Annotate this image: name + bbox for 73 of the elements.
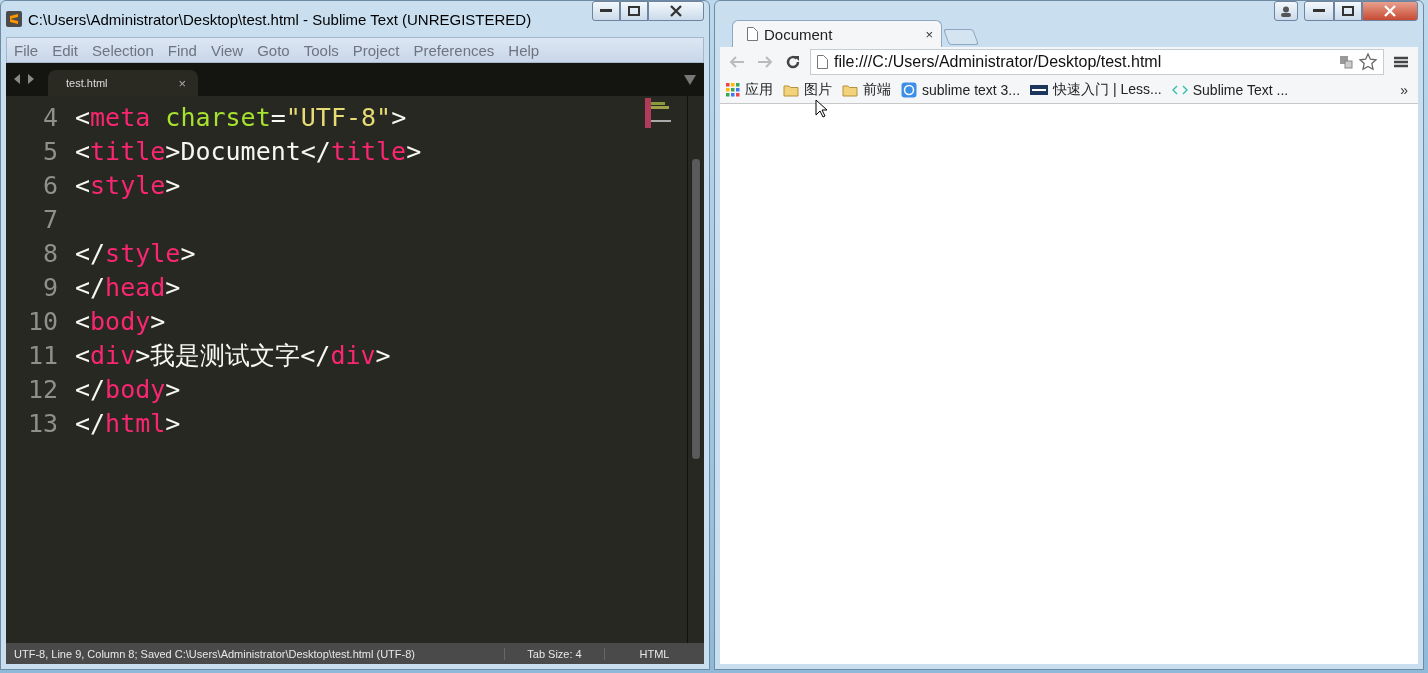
- line-number: 8: [41, 238, 59, 268]
- menu-item[interactable]: Selection: [85, 41, 161, 59]
- bookmark[interactable]: 图片: [783, 81, 832, 99]
- menu-icon: [1394, 56, 1408, 68]
- less-logo-icon: [1030, 85, 1049, 95]
- line-number: 7: [41, 204, 59, 234]
- bookmark[interactable]: 应用: [726, 81, 773, 99]
- translate-icon[interactable]: [1339, 55, 1353, 69]
- bookmark[interactable]: 前端: [842, 81, 891, 99]
- code-line: <meta charset="UTF-8">: [75, 102, 407, 132]
- line-number: 10: [26, 306, 59, 336]
- minimize-icon: [600, 9, 612, 13]
- line-number: 4: [41, 102, 59, 132]
- profile-button[interactable]: [1274, 1, 1298, 21]
- more-bookmarks-button[interactable]: »: [1396, 82, 1412, 98]
- scrollbar-thumb[interactable]: [691, 158, 701, 460]
- folder-icon: [783, 83, 799, 97]
- bookmark[interactable]: 快速入门 | Less...: [1030, 81, 1162, 99]
- forward-arrow-icon: [757, 56, 773, 68]
- code-line: </style>: [75, 238, 196, 268]
- person-icon: [1281, 5, 1291, 17]
- close-button[interactable]: [1362, 1, 1418, 21]
- bookmark[interactable]: sublime text 3...: [901, 82, 1021, 98]
- editor-tab[interactable]: test.html ×: [48, 70, 198, 96]
- code-icon: [1171, 85, 1188, 95]
- apps-icon: [726, 83, 740, 97]
- line-number: 12: [26, 374, 59, 404]
- back-arrow-icon: [729, 56, 745, 68]
- address-bar[interactable]: file:///C:/Users/Administrator/Desktop/test.html: [810, 49, 1384, 75]
- minimize-button[interactable]: [592, 1, 620, 21]
- globe-icon: [901, 82, 917, 98]
- syntax-indicator[interactable]: HTML: [604, 647, 704, 660]
- close-button[interactable]: [648, 1, 704, 21]
- code-line: </body>: [75, 374, 181, 404]
- minimize-icon: [1313, 9, 1325, 13]
- line-number: 13: [26, 408, 59, 438]
- line-number: 5: [41, 136, 59, 166]
- line-number: 6: [41, 170, 59, 200]
- close-icon: [669, 5, 683, 17]
- code-line: <body>: [75, 306, 166, 336]
- dropdown-caret-icon[interactable]: [684, 75, 696, 85]
- page-icon: [817, 55, 828, 69]
- menu-item[interactable]: Help: [501, 41, 547, 59]
- maximize-icon: [628, 6, 640, 16]
- tab-size-indicator[interactable]: Tab Size: 4: [504, 647, 604, 660]
- star-icon[interactable]: [1359, 53, 1377, 71]
- menu-item[interactable]: Goto: [250, 41, 297, 59]
- tab-title: Document: [764, 25, 834, 43]
- maximize-button[interactable]: [1334, 1, 1362, 21]
- status-text: UTF-8, Line 9, Column 8; Saved C:\Users\Administrator\Desktop\test.html (UTF-8): [13, 647, 416, 660]
- bookmark[interactable]: Sublime Text ...: [1171, 82, 1289, 98]
- minimize-button[interactable]: [1304, 1, 1334, 21]
- reload-icon: [785, 54, 801, 70]
- maximize-button[interactable]: [620, 1, 648, 21]
- menu-item[interactable]: File: [7, 41, 46, 59]
- app-icon: [6, 11, 22, 27]
- menu-item[interactable]: Edit: [45, 41, 86, 59]
- tab-close-button[interactable]: ×: [925, 26, 933, 42]
- maximize-icon: [1342, 6, 1354, 16]
- window-title: C:\Users\Administrator\Desktop\test.html - Sublime Text (UNREGISTERED): [28, 10, 533, 28]
- page-icon: [747, 27, 758, 41]
- code-line: <div>我是测试文字</div>: [75, 339, 391, 372]
- code-line: </head>: [75, 272, 181, 302]
- tab-label: test.html: [66, 77, 108, 89]
- folder-icon: [842, 83, 858, 97]
- code-line: <style>: [75, 170, 181, 200]
- code-line: <title>Document</title>: [75, 136, 422, 166]
- close-icon: [1383, 5, 1397, 17]
- code-line: </html>: [75, 408, 181, 438]
- browser-tab[interactable]: Document ×: [732, 20, 942, 47]
- line-number: 9: [41, 272, 59, 302]
- line-number: 11: [26, 340, 59, 370]
- tab-close-button[interactable]: ×: [178, 75, 186, 91]
